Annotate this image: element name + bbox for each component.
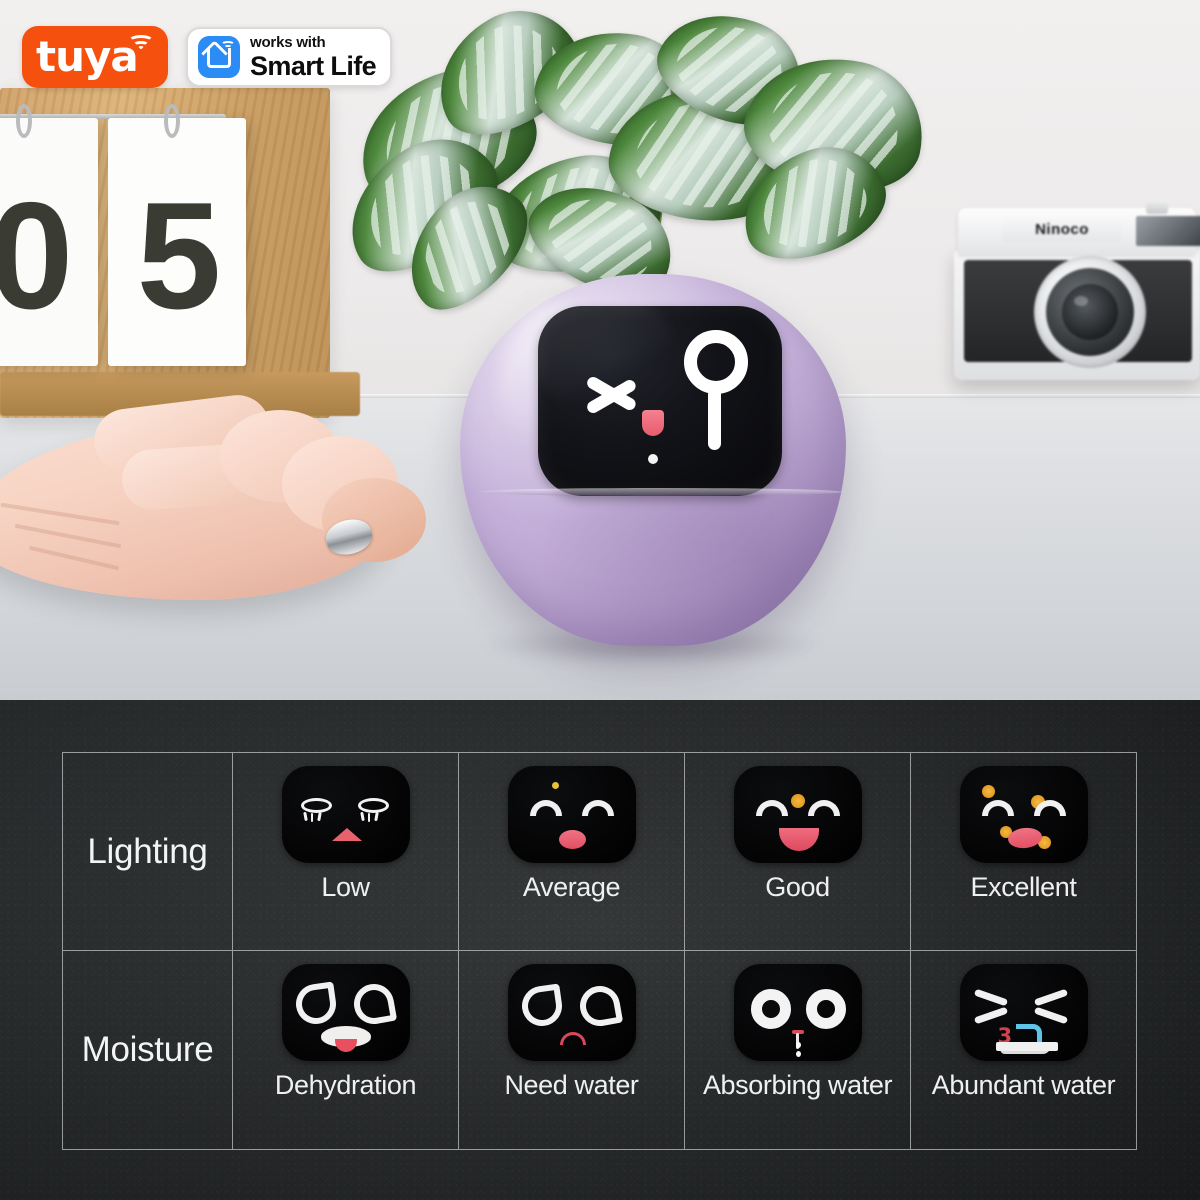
certification-badges: tuya works with Smart Life bbox=[22, 26, 393, 88]
works-with-label: works with bbox=[250, 33, 326, 51]
legend-cell-good: Good bbox=[684, 753, 910, 950]
flip-calendar: 0 5 bbox=[0, 104, 250, 378]
table-row: Moisture Dehydration Need water Absorbin… bbox=[63, 951, 1136, 1149]
wide-eyes-faucet-face-icon bbox=[733, 964, 862, 1061]
camera-lens-glint bbox=[1074, 296, 1088, 306]
works-with-smart-life-badge: works with Smart Life bbox=[186, 27, 393, 87]
legend-cell-low: Low bbox=[233, 753, 458, 950]
smart-home-wifi-icon bbox=[198, 36, 240, 78]
squinting-shower-face-icon: 3 bbox=[959, 964, 1088, 1061]
sleepy-low-light-face-icon bbox=[281, 766, 410, 863]
calendar-ring-right bbox=[164, 104, 180, 138]
wifi-signal-icon bbox=[128, 35, 154, 57]
camera-viewfinder-window bbox=[1136, 216, 1200, 246]
sad-frowning-face-icon bbox=[507, 964, 636, 1061]
pot-body bbox=[460, 274, 846, 646]
potted-plant-foliage bbox=[323, 0, 960, 329]
status-legend-panel: Lighting Low Average Good Excellent Mois… bbox=[0, 700, 1200, 1200]
legend-label-need-water: Need water bbox=[504, 1070, 639, 1100]
smart-life-label: Smart Life bbox=[250, 50, 377, 81]
right-q-eye-icon bbox=[678, 330, 754, 452]
calendar-ring-left bbox=[16, 104, 32, 138]
legend-label-abundant-water: Abundant water bbox=[931, 1070, 1116, 1100]
legend-label-good: Good bbox=[765, 872, 830, 902]
product-photo: 0 5 Ninoco tuya works with Smart Life bbox=[0, 0, 1200, 700]
vintage-camera: Ninoco bbox=[950, 200, 1200, 388]
tuya-wordmark: tuya bbox=[36, 32, 139, 81]
smiling-face-one-sun-icon bbox=[507, 766, 636, 863]
screen-indicator-dot bbox=[648, 454, 658, 464]
legend-label-excellent: Excellent bbox=[970, 872, 1077, 902]
camera-brand-label: Ninoco bbox=[1002, 218, 1122, 242]
legend-cell-dehydration: Dehydration bbox=[233, 951, 458, 1149]
human-hand bbox=[0, 391, 470, 622]
expression-legend-table: Lighting Low Average Good Excellent Mois… bbox=[62, 752, 1137, 1150]
legend-cell-excellent: Excellent bbox=[910, 753, 1136, 950]
calendar-digit-right: 5 bbox=[136, 171, 222, 341]
row-label-lighting: Lighting bbox=[63, 753, 233, 950]
calendar-card-right: 5 bbox=[108, 118, 246, 366]
camera-shutter-button bbox=[1146, 200, 1168, 214]
legend-label-average: Average bbox=[522, 872, 621, 902]
tuya-logo-badge: tuya bbox=[22, 26, 168, 88]
legend-label-low: Low bbox=[321, 872, 370, 902]
calendar-digit-left: 0 bbox=[0, 171, 73, 341]
smart-pot bbox=[452, 268, 852, 668]
legend-label-dehydration: Dehydration bbox=[274, 1070, 417, 1100]
smart-life-text-block: works with Smart Life bbox=[250, 33, 377, 81]
calendar-card-left: 0 bbox=[0, 118, 98, 366]
legend-label-absorbing-water: Absorbing water bbox=[702, 1070, 893, 1100]
very-happy-face-four-suns-icon bbox=[959, 766, 1088, 863]
table-row: Lighting Low Average Good Excellent bbox=[63, 753, 1136, 951]
row-label-moisture: Moisture bbox=[63, 951, 233, 1149]
legend-cell-average: Average bbox=[458, 753, 684, 950]
happy-face-big-sun-icon bbox=[733, 766, 862, 863]
legend-cell-need-water: Need water bbox=[458, 951, 684, 1149]
pot-display-screen bbox=[538, 306, 782, 496]
pot-seam-line bbox=[480, 488, 842, 496]
tongue-icon bbox=[642, 410, 664, 436]
camera-lens-element bbox=[1062, 284, 1118, 340]
dehydrated-tongue-out-face-icon bbox=[281, 964, 410, 1061]
camera-top-plate: Ninoco bbox=[958, 208, 1200, 254]
legend-cell-abundant-water: 3 Abundant water bbox=[910, 951, 1136, 1149]
legend-cell-absorbing-water: Absorbing water bbox=[684, 951, 910, 1149]
left-chevron-eye-icon bbox=[582, 364, 644, 426]
product-marketing-image: 0 5 Ninoco tuya works with Smart Life Li… bbox=[0, 0, 1200, 1200]
